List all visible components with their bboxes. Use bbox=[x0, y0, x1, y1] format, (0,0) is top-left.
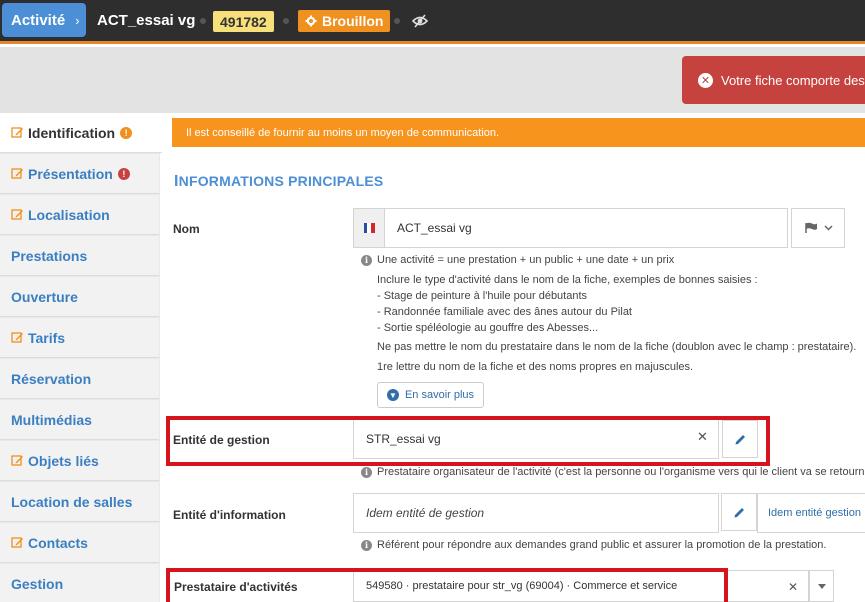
nom-input[interactable]: ACT_essai vg bbox=[384, 208, 788, 248]
entite-information-input[interactable]: Idem entité de gestion bbox=[353, 493, 719, 533]
sidebar-item-label: Présentation bbox=[28, 165, 113, 182]
info-icon: i bbox=[361, 539, 372, 551]
sidebar-item-reservation[interactable]: Réservation bbox=[0, 359, 159, 399]
sidebar-item-label: Tarifs bbox=[28, 329, 66, 346]
nom-help-line: 1re lettre du nom de la fiche et des nom… bbox=[377, 361, 694, 373]
sidebar-item-ouverture[interactable]: Ouverture bbox=[0, 277, 159, 317]
entite-information-help: i Référent pour répondre aux demandes gr… bbox=[361, 539, 826, 551]
sidebar-item-label: Identification bbox=[28, 124, 116, 141]
caret-down-icon bbox=[817, 583, 826, 589]
sidebar-item-label: Prestations bbox=[11, 247, 88, 264]
info-icon: i bbox=[361, 466, 372, 478]
sidebar-item-contacts[interactable]: Contacts bbox=[0, 523, 159, 563]
error-banner: ✕ Votre fiche comporte des bbox=[682, 56, 865, 104]
highlight-box bbox=[166, 416, 770, 466]
record-id-badge: 491782 bbox=[213, 11, 274, 32]
pencil-icon bbox=[11, 537, 23, 548]
nom-help-line: - Randonnée familiale avec des ânes auto… bbox=[377, 306, 632, 318]
error-text: Votre fiche comporte des bbox=[721, 72, 865, 88]
entite-information-label: Entité d'information bbox=[173, 508, 286, 522]
clear-icon[interactable]: ✕ bbox=[788, 580, 798, 594]
en-savoir-plus-label: En savoir plus bbox=[404, 389, 475, 401]
record-title: ACT_essai vg bbox=[97, 12, 196, 29]
info-icon: i bbox=[361, 254, 372, 266]
sidebar-item-label: Location de salles bbox=[11, 493, 133, 510]
idem-link-label: Idem entité gestion bbox=[768, 507, 861, 519]
sidebar-item-multimedias[interactable]: Multimédias bbox=[0, 400, 159, 440]
sidebar-item-label: Localisation bbox=[28, 206, 110, 223]
chevron-down-circle-icon: ▼ bbox=[386, 389, 399, 401]
chevron-right-icon: › bbox=[75, 12, 80, 28]
breadcrumb-label: Activité bbox=[11, 11, 66, 29]
sidebar-item-label: Contacts bbox=[28, 534, 88, 551]
highlight-box bbox=[166, 568, 728, 602]
nom-value: ACT_essai vg bbox=[397, 221, 472, 235]
status-label: Brouillon bbox=[322, 13, 384, 29]
pencil-icon bbox=[11, 455, 23, 466]
sidebar-item-gestion[interactable]: Gestion bbox=[0, 564, 159, 602]
sidebar-item-prestations[interactable]: Prestations bbox=[0, 236, 159, 276]
status-badge: Brouillon bbox=[298, 10, 391, 32]
sidebar-item-presentation[interactable]: Présentation ! bbox=[0, 154, 159, 194]
warning-alert: Il est conseillé de fournir au moins un … bbox=[172, 118, 865, 147]
top-bar: Activité › ACT_essai vg 491782 Brouillon bbox=[0, 0, 865, 44]
warning-icon: ! bbox=[120, 126, 133, 139]
sidebar-item-label: Réservation bbox=[11, 370, 92, 387]
separator-dot bbox=[283, 18, 289, 24]
sidebar: Identification ! Présentation ! Localisa… bbox=[0, 113, 162, 602]
nom-help-line: - Sortie spéléologie au gouffre des Abes… bbox=[377, 322, 599, 334]
nom-help-title: i Une activité = une prestation + un pub… bbox=[361, 254, 674, 266]
breadcrumb-activite[interactable]: Activité › bbox=[2, 3, 86, 37]
section-title: INFORMATIONS PRINCIPALES bbox=[174, 173, 384, 190]
eye-slash-icon[interactable] bbox=[411, 12, 429, 30]
sidebar-item-label: Multimédias bbox=[11, 411, 92, 428]
language-flag bbox=[353, 208, 385, 248]
nom-help-line: Inclure le type d'activité dans le nom d… bbox=[377, 274, 758, 286]
close-circle-icon: ✕ bbox=[698, 72, 713, 88]
sidebar-item-label: Gestion bbox=[11, 575, 64, 592]
edit-entite-information-button[interactable] bbox=[721, 493, 757, 531]
nom-help-line: - Stage de peinture à l'huile pour début… bbox=[377, 290, 588, 302]
pencil-icon bbox=[11, 209, 23, 220]
entite-gestion-help: i Prestataire organisateur de l'activité… bbox=[361, 466, 865, 478]
pencil-icon bbox=[11, 127, 23, 138]
pencil-icon bbox=[734, 507, 744, 517]
sidebar-item-identification[interactable]: Identification ! bbox=[0, 113, 162, 153]
sidebar-item-objets-lies[interactable]: Objets liés bbox=[0, 441, 159, 481]
sidebar-item-label: Objets liés bbox=[28, 452, 99, 469]
gear-icon bbox=[305, 15, 317, 27]
prestataire-dropdown-toggle[interactable] bbox=[809, 570, 834, 602]
idem-entite-gestion-link[interactable]: Idem entité gestion bbox=[757, 493, 865, 533]
flag-icon bbox=[804, 222, 817, 233]
nom-label: Nom bbox=[173, 222, 200, 236]
sidebar-item-location-de-salles[interactable]: Location de salles bbox=[0, 482, 159, 522]
entite-information-placeholder: Idem entité de gestion bbox=[366, 506, 485, 520]
sidebar-item-label: Ouverture bbox=[11, 288, 78, 305]
french-flag-icon bbox=[363, 223, 375, 233]
pencil-icon bbox=[11, 168, 23, 179]
error-icon: ! bbox=[117, 167, 130, 180]
sidebar-item-tarifs[interactable]: Tarifs bbox=[0, 318, 159, 358]
sidebar-item-localisation[interactable]: Localisation bbox=[0, 195, 159, 235]
separator-dot bbox=[394, 18, 400, 24]
nom-help-line: Ne pas mettre le nom du prestataire dans… bbox=[377, 341, 857, 353]
chevron-down-icon bbox=[823, 225, 833, 231]
en-savoir-plus-button[interactable]: ▼ En savoir plus bbox=[377, 382, 484, 408]
pencil-icon bbox=[11, 332, 23, 343]
language-dropdown[interactable] bbox=[791, 208, 845, 248]
separator-dot bbox=[200, 18, 206, 24]
